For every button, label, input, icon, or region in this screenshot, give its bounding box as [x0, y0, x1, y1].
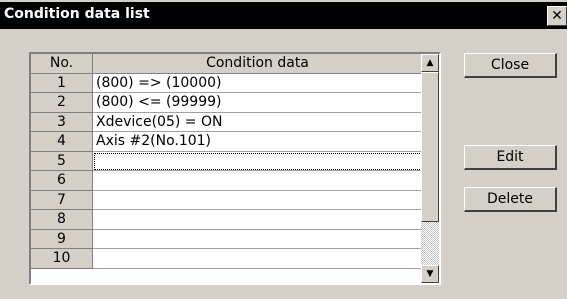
table-row[interactable]: 4 Axis #2(No.101)	[31, 132, 423, 152]
row-number: 8	[31, 210, 93, 230]
scrollbar-thumb[interactable]	[421, 72, 439, 222]
column-header-condition-data[interactable]: Condition data	[93, 54, 423, 74]
condition-data-table[interactable]: No. Condition data 1 (800) => (10000) 2 …	[29, 52, 441, 285]
row-number: 10	[31, 249, 93, 269]
column-header-no[interactable]: No.	[31, 54, 93, 74]
row-number: 4	[31, 132, 93, 152]
row-number: 3	[31, 112, 93, 132]
scroll-up-icon[interactable]: ▲	[421, 54, 439, 72]
close-button[interactable]: Close	[464, 53, 557, 78]
row-number: 2	[31, 93, 93, 113]
scroll-down-icon[interactable]: ▼	[421, 265, 439, 283]
table-row-selected[interactable]: 5	[31, 151, 423, 171]
condition-data-list-dialog: Condition data list ✕ No. Condition data…	[0, 0, 567, 299]
condition-cell[interactable]	[93, 210, 423, 230]
vertical-scrollbar[interactable]: ▲ ▼	[421, 54, 439, 283]
condition-cell[interactable]	[93, 191, 423, 210]
table-row[interactable]: 2 (800) <= (99999)	[31, 93, 423, 113]
condition-cell[interactable]	[93, 152, 423, 171]
condition-cell[interactable]: (800) => (10000)	[93, 74, 423, 93]
row-number: 7	[31, 190, 93, 210]
scrollbar-track[interactable]	[421, 222, 439, 265]
table-row[interactable]: 7	[31, 190, 423, 210]
condition-cell[interactable]: Axis #2(No.101)	[93, 132, 423, 152]
table-row[interactable]: 10	[31, 249, 423, 269]
close-icon[interactable]: ✕	[547, 6, 567, 26]
row-number: 6	[31, 171, 93, 191]
condition-cell[interactable]	[93, 230, 423, 249]
edit-button[interactable]: Edit	[464, 145, 557, 170]
table-row[interactable]: 6	[31, 171, 423, 191]
table-row[interactable]: 9	[31, 229, 423, 249]
condition-cell[interactable]	[93, 171, 423, 191]
row-number: 1	[31, 73, 93, 93]
table-row[interactable]: 1 (800) => (10000)	[31, 73, 423, 93]
table-grid: No. Condition data 1 (800) => (10000) 2 …	[31, 54, 423, 269]
condition-cell[interactable]: Xdevice(05) = ON	[93, 113, 423, 132]
table-header: No. Condition data	[31, 54, 423, 74]
delete-button[interactable]: Delete	[464, 187, 557, 212]
window-title: Condition data list	[4, 6, 150, 22]
row-number: 9	[31, 229, 93, 249]
row-number: 5	[31, 151, 93, 171]
condition-cell[interactable]: (800) <= (99999)	[93, 93, 423, 113]
title-bar[interactable]: Condition data list ✕	[0, 2, 567, 29]
table-row[interactable]: 8	[31, 210, 423, 230]
condition-cell[interactable]	[93, 249, 423, 269]
table-row[interactable]: 3 Xdevice(05) = ON	[31, 112, 423, 132]
